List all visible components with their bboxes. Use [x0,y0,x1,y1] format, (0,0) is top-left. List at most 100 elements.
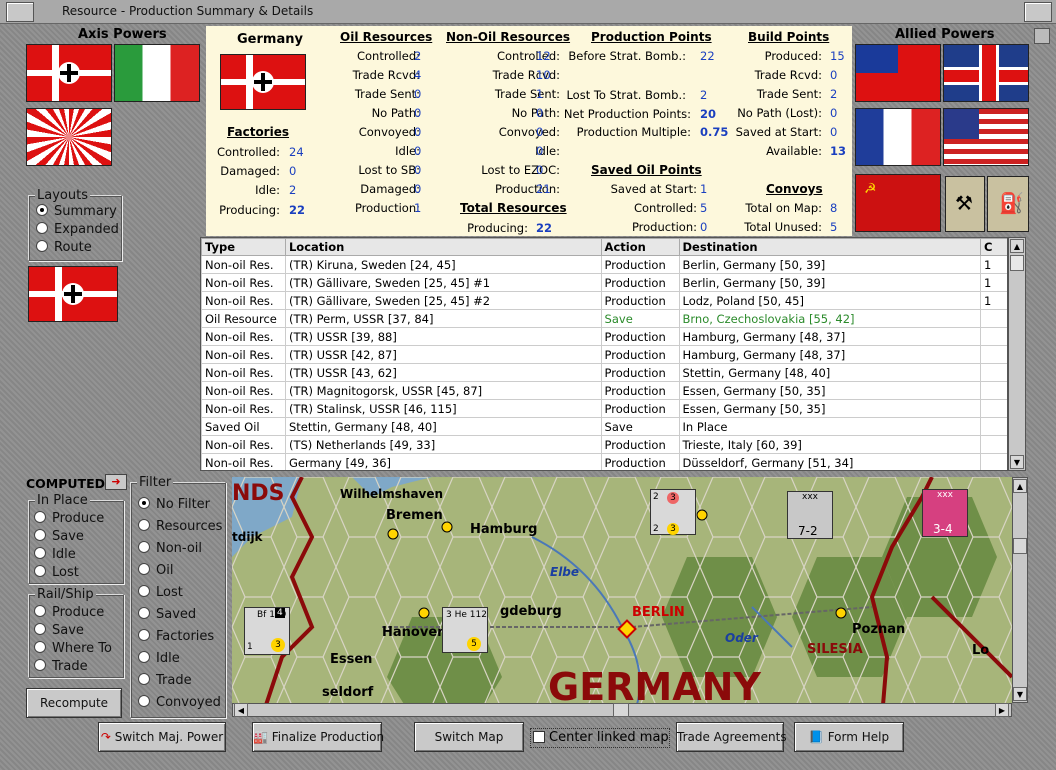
table-row[interactable]: Oil Resource (TR) Perm, USSR [37, 84] Save… [201,309,1007,328]
map-label-lo: Lo [972,643,990,658]
recompute-button[interactable]: Recompute [26,688,122,718]
map-vscroll-thumb[interactable] [1013,538,1027,554]
ussr-flag-button[interactable]: ☭ [855,174,941,232]
germany-flag-button[interactable] [26,44,112,102]
soviet-unit-counter[interactable]: xxx 3-4 [922,489,968,537]
table-row[interactable]: Saved Oil Stettin, Germany [48, 40] Save In… [201,417,1007,436]
bp-value: 0 [830,106,838,120]
table-cell: Production [600,435,680,454]
form-help-button[interactable]: 📘 Form Help [794,722,904,752]
switch-major-power-button[interactable]: ↷ Switch Maj. Power [98,722,226,752]
filter-option-radio[interactable]: Idle [138,651,180,666]
corps-unit-counter[interactable]: xxx 7-2 [787,491,833,539]
center-linked-map-checkbox[interactable]: Center linked map [530,728,670,748]
scroll-down-icon[interactable]: ▼ [1010,455,1024,469]
filter-option-radio[interactable]: No Filter [138,497,210,512]
filter-option-radio[interactable]: Trade [138,673,192,688]
railship-trade-radio[interactable]: Trade [34,659,88,674]
filter-option-radio[interactable]: Factories [138,629,214,644]
iron-cross-icon [58,62,80,84]
table-row[interactable]: Non-oil Res. (TR) Kiruna, Sweden [24, 45]… [201,255,1007,274]
scroll-thumb[interactable] [1010,255,1024,271]
total-producing-value: 22 [536,221,553,235]
resources-mine-icon[interactable]: ⚒ [945,176,985,232]
table-row[interactable]: Non-oil Res. (TR) USSR [43, 62] Production… [201,363,1007,382]
table-row[interactable]: Non-oil Res. (TR) USSR [39, 88] Production… [201,327,1007,346]
inplace-save-radio[interactable]: Save [34,529,84,544]
inplace-idle-radio[interactable]: Idle [34,547,76,562]
allied-powers-header: Allied Powers [895,27,995,42]
table-cell: Hamburg, Germany [48, 37] [678,327,982,346]
scroll-up-icon[interactable]: ▲ [1010,239,1024,253]
system-menu-button[interactable] [6,2,34,22]
table-row[interactable]: Non-oil Res. (TR) Gällivare, Sweden [25, … [201,291,1007,310]
map-hscroll-thumb[interactable] [613,703,629,717]
uk-flag-button[interactable] [943,44,1029,102]
table-cell: Production [600,381,680,400]
computed-arrow-button[interactable]: ➜ [105,474,127,490]
filter-option-radio[interactable]: Saved [138,607,196,622]
filter-option-radio[interactable]: Resources [138,519,222,534]
table-cell: Production [600,345,680,364]
air-unit-counter[interactable]: Bf 109 4 1 3 [244,607,290,655]
close-x-icon[interactable] [1034,28,1050,44]
trade-agreements-button[interactable]: Trade Agreements [676,722,787,752]
layout-route-radio[interactable]: Route [36,240,92,255]
finalize-production-button[interactable]: 🏭 Finalize Production [252,722,384,752]
japan-flag-button[interactable] [26,108,112,166]
column-header[interactable]: Type [201,238,286,256]
factories-label: Damaged: [220,164,280,178]
italy-flag-button[interactable] [114,44,200,102]
oil-label: Convoyed: [358,125,420,139]
close-button[interactable] [1024,2,1052,22]
layout-expanded-radio[interactable]: Expanded [36,222,119,237]
usa-flag-button[interactable] [943,108,1029,166]
map-label-hamburg: Hamburg [470,522,538,537]
railship-whereto-radio[interactable]: Where To [34,641,112,656]
scroll-up-icon[interactable]: ▲ [1013,479,1027,493]
map-horizontal-scrollbar[interactable]: ◀ ▶ [232,703,1012,717]
saved-oil-value: 5 [700,201,708,215]
oil-label: Trade Rcvd: [352,68,420,82]
table-row[interactable]: Non-oil Res. (TR) Gällivare, Sweden [25, … [201,273,1007,292]
pp-value: 20 [700,107,717,121]
column-header[interactable]: Action [600,238,680,256]
table-row[interactable]: Non-oil Res. Germany [49, 36] Production Dü… [201,453,1007,470]
table-row[interactable]: Non-oil Res. (TR) USSR [42, 87] Production… [201,345,1007,364]
table-row[interactable]: Non-oil Res. (TR) Magnitogorsk, USSR [45,… [201,381,1007,400]
oil-derrick-icon[interactable]: ⛽ [987,176,1029,232]
convoys-label: Total on Map: [745,201,822,215]
table-cell: Production [600,273,680,292]
column-header[interactable]: Location [284,238,602,256]
railship-save-radio[interactable]: Save [34,623,84,638]
checkbox-box[interactable] [533,731,545,743]
filter-option-radio[interactable]: Convoyed [138,695,221,710]
railship-produce-radio[interactable]: Produce [34,605,104,620]
france-flag-button[interactable] [855,108,941,166]
column-header[interactable]: Destination [678,238,982,256]
filter-option-radio[interactable]: Oil [138,563,173,578]
scroll-down-icon[interactable]: ▼ [1013,687,1027,701]
map-vertical-scrollbar[interactable]: ▲ ▼ [1012,477,1028,703]
filter-option-radio[interactable]: Lost [138,585,183,600]
table-scrollbar[interactable]: ▲ ▼ [1008,237,1026,471]
factories-value: 2 [289,183,297,197]
inplace-lost-radio[interactable]: Lost [34,565,79,580]
layout-summary-radio[interactable]: Summary [36,204,117,219]
china-flag-button[interactable] [855,44,941,102]
pp-label: Net Production Points: [563,107,691,121]
bp-header: Build Points [748,30,830,44]
filter-option-radio[interactable]: Non-oil [138,541,202,556]
table-row[interactable]: Non-oil Res. (TS) Netherlands [49, 33] Pro… [201,435,1007,454]
map-view[interactable]: NDS Wilhelmshaven Bremen Hamburg tdijk E… [232,477,1012,717]
column-header[interactable]: C [980,238,1007,256]
switch-map-button[interactable]: Switch Map [414,722,524,752]
naval-unit-counter[interactable]: 2 3 2 3 [650,489,696,535]
scroll-left-icon[interactable]: ◀ [234,703,248,717]
scroll-right-icon[interactable]: ▶ [995,703,1009,717]
inplace-produce-radio[interactable]: Produce [34,511,104,526]
factories-value: 24 [289,145,304,159]
in-place-title: In Place [35,493,90,508]
air-unit-counter[interactable]: 3 He 112 5 [442,607,488,653]
table-row[interactable]: Non-oil Res. (TR) Stalinsk, USSR [46, 115… [201,399,1007,418]
